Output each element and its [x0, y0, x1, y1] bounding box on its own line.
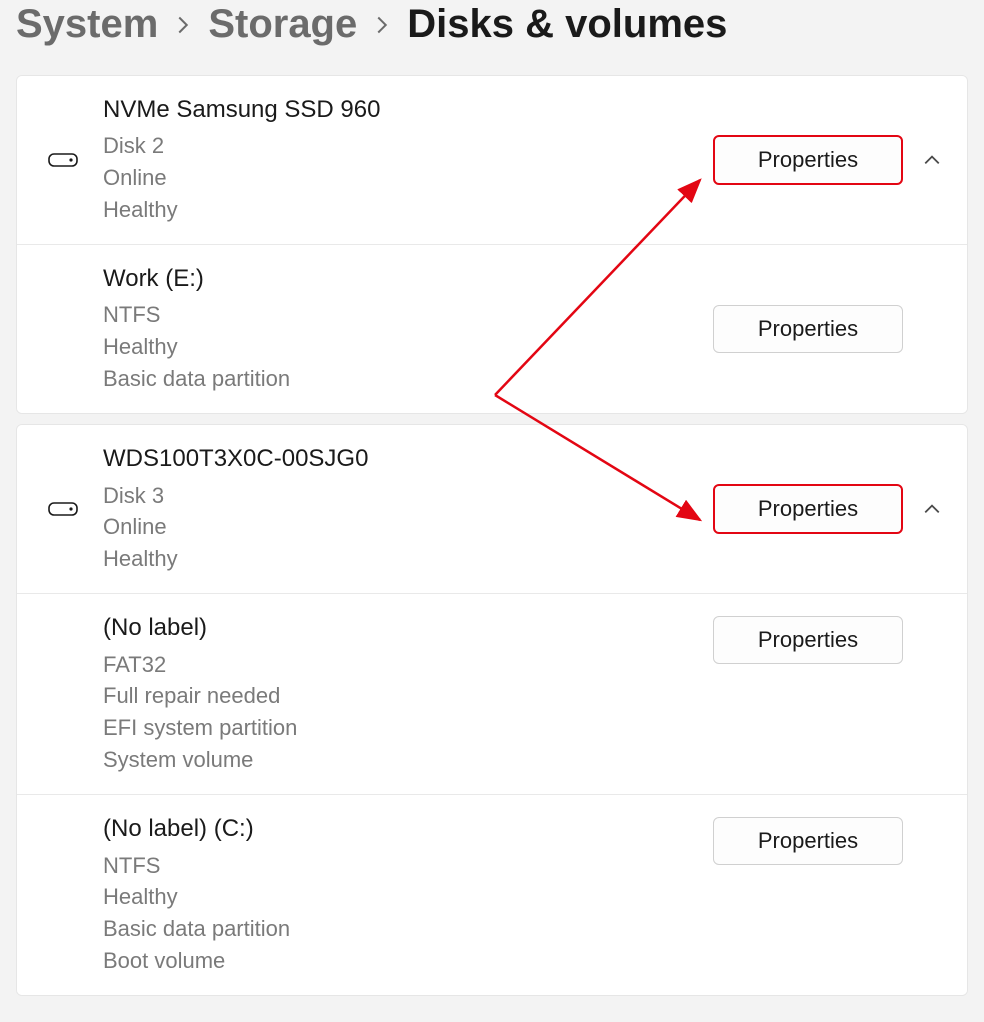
volume-fs: NTFS	[103, 850, 693, 882]
volume-row[interactable]: (No label) FAT32 Full repair needed EFI …	[17, 594, 967, 795]
disk-actions: Properties	[713, 135, 943, 185]
disk-row[interactable]: WDS100T3X0C-00SJG0 Disk 3 Online Healthy…	[17, 425, 967, 594]
volume-type: Basic data partition	[103, 363, 693, 395]
volume-name: Work (E:)	[103, 263, 693, 295]
volume-row[interactable]: Work (E:) NTFS Healthy Basic data partit…	[17, 245, 967, 413]
breadcrumb-current: Disks & volumes	[407, 2, 727, 47]
chevron-up-icon[interactable]	[921, 154, 943, 166]
properties-button[interactable]: Properties	[713, 135, 903, 185]
volume-row[interactable]: (No label) (C:) NTFS Healthy Basic data …	[17, 795, 967, 995]
disk-row[interactable]: NVMe Samsung SSD 960 Disk 2 Online Healt…	[17, 76, 967, 245]
disk-status: Online	[103, 162, 693, 194]
volume-type: Basic data partition	[103, 913, 693, 945]
volume-extra: System volume	[103, 744, 693, 776]
disk-name: WDS100T3X0C-00SJG0	[103, 443, 693, 475]
volume-actions: Properties	[713, 612, 943, 664]
volume-name: (No label)	[103, 612, 693, 644]
disk-name: NVMe Samsung SSD 960	[103, 94, 693, 126]
volume-health: Full repair needed	[103, 680, 693, 712]
chevron-right-icon	[375, 14, 389, 42]
disk-index: Disk 2	[103, 130, 693, 162]
disk-index: Disk 3	[103, 480, 693, 512]
disk-status: Online	[103, 511, 693, 543]
volume-health: Healthy	[103, 881, 693, 913]
properties-button[interactable]: Properties	[713, 616, 903, 664]
volume-fs: NTFS	[103, 299, 693, 331]
volume-health: Healthy	[103, 331, 693, 363]
disk-icon	[43, 502, 83, 516]
volume-extra: Boot volume	[103, 945, 693, 977]
disk-info: WDS100T3X0C-00SJG0 Disk 3 Online Healthy	[103, 443, 693, 575]
disk-info: NVMe Samsung SSD 960 Disk 2 Online Healt…	[103, 94, 693, 226]
volume-info: Work (E:) NTFS Healthy Basic data partit…	[103, 263, 693, 395]
volume-actions: Properties	[713, 813, 943, 865]
disk-actions: Properties	[713, 484, 943, 534]
volume-name: (No label) (C:)	[103, 813, 693, 845]
disk-group: NVMe Samsung SSD 960 Disk 2 Online Healt…	[16, 75, 968, 414]
properties-button[interactable]: Properties	[713, 817, 903, 865]
volume-info: (No label) FAT32 Full repair needed EFI …	[103, 612, 693, 776]
disk-health: Healthy	[103, 543, 693, 575]
volume-info: (No label) (C:) NTFS Healthy Basic data …	[103, 813, 693, 977]
disk-health: Healthy	[103, 194, 693, 226]
chevron-up-icon[interactable]	[921, 503, 943, 515]
chevron-right-icon	[176, 14, 190, 42]
properties-button[interactable]: Properties	[713, 484, 903, 534]
disk-icon	[43, 153, 83, 167]
volume-fs: FAT32	[103, 649, 693, 681]
breadcrumb-system[interactable]: System	[16, 2, 158, 47]
disk-group: WDS100T3X0C-00SJG0 Disk 3 Online Healthy…	[16, 424, 968, 996]
volume-type: EFI system partition	[103, 712, 693, 744]
properties-button[interactable]: Properties	[713, 305, 903, 353]
breadcrumb-storage[interactable]: Storage	[208, 2, 357, 47]
page: System Storage Disks & volumes NVMe Sams…	[0, 0, 984, 1022]
breadcrumb: System Storage Disks & volumes	[16, 2, 968, 75]
volume-actions: Properties	[713, 305, 943, 353]
